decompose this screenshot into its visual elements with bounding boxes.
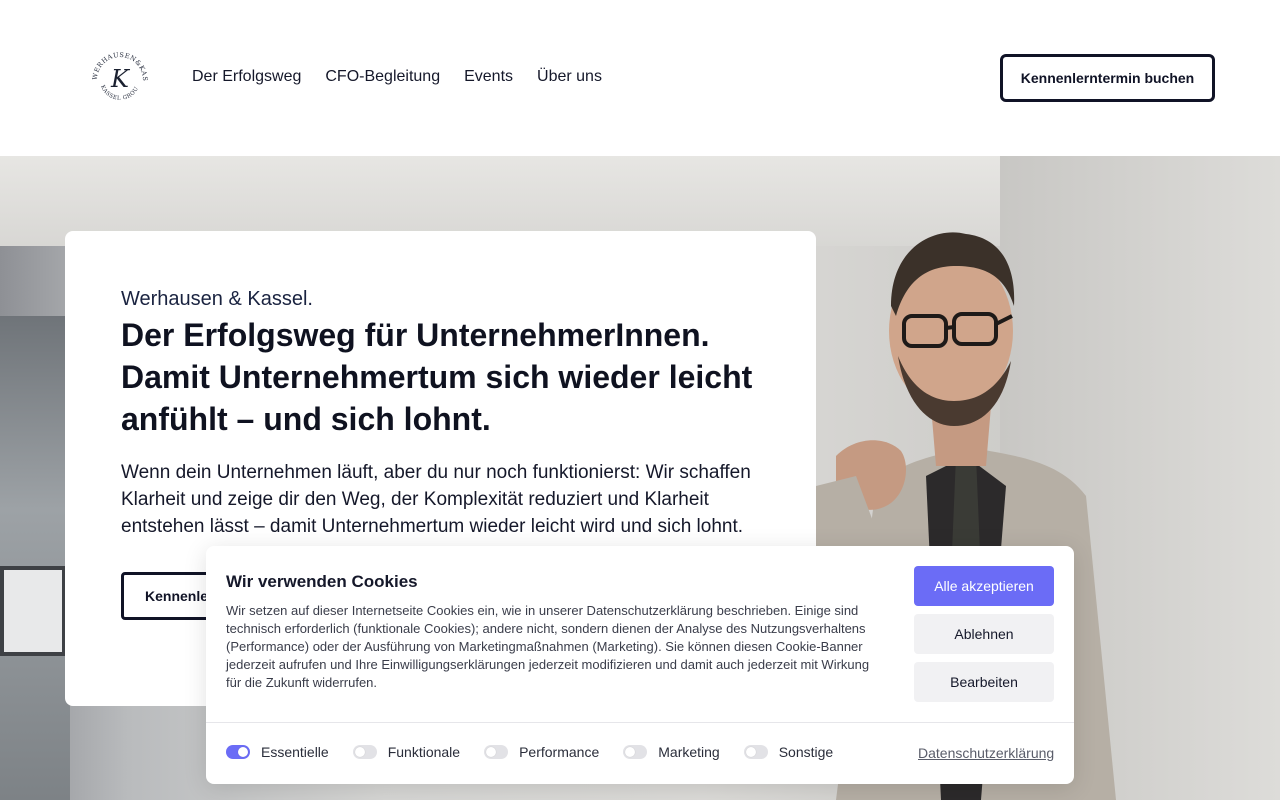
decline-cookies-button[interactable]: Ablehnen	[914, 614, 1054, 654]
nav-link-ueber-uns[interactable]: Über uns	[537, 66, 602, 88]
hero-background-pillar	[0, 316, 70, 800]
nav-link-events[interactable]: Events	[464, 66, 513, 88]
nav-link-cfo-begleitung[interactable]: CFO-Begleitung	[325, 66, 440, 88]
toggle-label-marketing: Marketing	[658, 744, 720, 760]
cookie-category-funktionale: Funktionale	[352, 744, 461, 760]
cookie-category-marketing: Marketing	[623, 744, 720, 760]
cookie-category-essentielle: Essentielle	[226, 744, 329, 760]
cookie-banner-title: Wir verwenden Cookies	[226, 572, 418, 591]
nav-link-erfolgsweg[interactable]: Der Erfolgsweg	[192, 66, 301, 88]
toggle-label-essentielle: Essentielle	[261, 744, 329, 760]
svg-text:K: K	[110, 65, 131, 93]
toggle-essentielle[interactable]	[226, 745, 250, 759]
accept-all-cookies-button[interactable]: Alle akzeptieren	[914, 566, 1054, 606]
toggle-funktionale[interactable]	[352, 745, 377, 759]
toggle-marketing[interactable]	[623, 745, 648, 759]
site-header: WERHAUSEN&KASSEL KASSEL GROUP K Der Erfo…	[0, 0, 1280, 156]
book-meeting-button-header[interactable]: Kennenlerntermin buchen	[1000, 54, 1215, 102]
logo-seal-icon: WERHAUSEN&KASSEL KASSEL GROUP K	[85, 40, 148, 102]
hero-background-window	[0, 566, 66, 656]
hero-lead-text: Wenn dein Unternehmen läuft, aber du nur…	[121, 462, 751, 537]
toggle-performance[interactable]	[484, 745, 509, 759]
toggle-label-funktionale: Funktionale	[387, 744, 461, 760]
cookie-category-sonstige: Sonstige	[743, 744, 834, 760]
privacy-policy-link[interactable]: Datenschutzerklärung	[918, 745, 1054, 761]
toggle-label-sonstige: Sonstige	[778, 744, 834, 760]
cookie-banner-text: Wir setzen auf dieser Internetseite Cook…	[226, 603, 870, 690]
cookie-banner: Wir verwenden Cookies Wir setzen auf die…	[206, 546, 1074, 784]
cookie-banner-divider	[206, 722, 1074, 723]
cookie-category-performance: Performance	[484, 744, 599, 760]
toggle-sonstige[interactable]	[743, 745, 768, 759]
hero-headline: Der Erfolgsweg für UnternehmerInnen. Dam…	[121, 317, 753, 437]
hero-brand-name: Werhausen & Kassel.	[121, 288, 313, 310]
company-logo[interactable]: WERHAUSEN&KASSEL KASSEL GROUP K	[85, 40, 152, 110]
edit-cookies-button[interactable]: Bearbeiten	[914, 662, 1054, 702]
toggle-label-performance: Performance	[519, 744, 600, 760]
cookie-category-toggles: Essentielle Funktionale Performance Mark…	[226, 744, 857, 760]
main-nav: Der Erfolgsweg CFO-Begleitung Events Übe…	[192, 66, 602, 88]
